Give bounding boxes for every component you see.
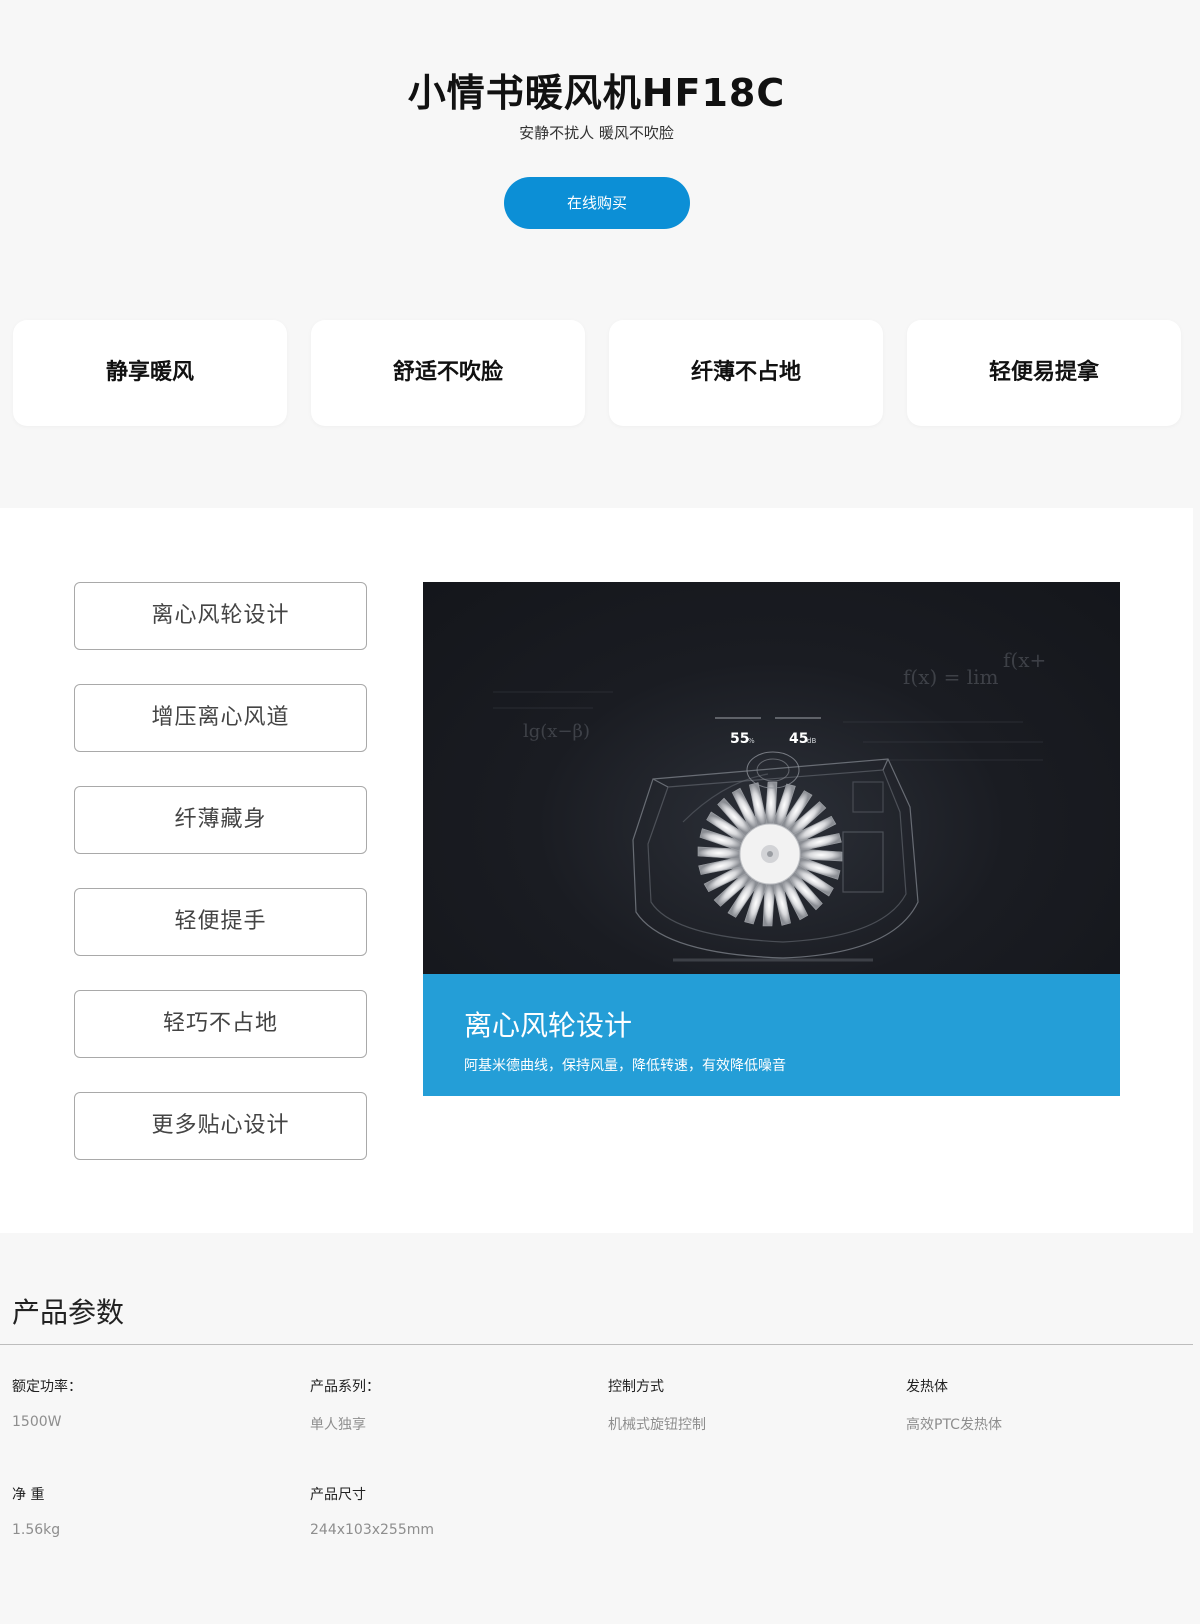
fan-illustration: f(x) = lim f(x+ lg(x−β) 55 % 45 dB bbox=[423, 582, 1120, 974]
tab-pressurized-duct[interactable]: 增压离心风道 bbox=[74, 684, 367, 752]
formula-text: f(x) = lim bbox=[903, 665, 999, 689]
param-label: 产品尺寸 bbox=[310, 1487, 366, 1503]
stat-right-unit: dB bbox=[807, 737, 816, 745]
product-subtitle: 安静不扰人 暖风不吹脸 bbox=[519, 124, 674, 142]
param-value: 1.56kg bbox=[12, 1522, 61, 1538]
param-item: 净 重 1.56kg bbox=[12, 1484, 302, 1538]
param-label: 净 重 bbox=[12, 1487, 45, 1503]
feature-card-slim[interactable]: 纤薄不占地 bbox=[609, 320, 883, 426]
feature-card-quiet[interactable]: 静享暖风 bbox=[13, 320, 287, 426]
buy-online-button[interactable]: 在线购买 bbox=[504, 177, 690, 229]
caption-description: 阿基米德曲线，保持风量，降低转速，有效降低噪音 bbox=[464, 1058, 786, 1074]
param-label: 发热体 bbox=[906, 1379, 948, 1395]
tab-compact[interactable]: 轻巧不占地 bbox=[74, 990, 367, 1058]
param-value: 244x103x255mm bbox=[310, 1522, 435, 1538]
stat-left-value: 55 bbox=[730, 731, 749, 747]
param-label: 控制方式 bbox=[608, 1379, 664, 1395]
caption-title: 离心风轮设计 bbox=[464, 1009, 633, 1042]
product-title: 小情书暖风机HF18C bbox=[407, 71, 786, 115]
stat-left-unit: % bbox=[748, 737, 755, 745]
param-value: 高效PTC发热体 bbox=[906, 1417, 1002, 1433]
param-item: 产品尺寸 244x103x255mm bbox=[310, 1484, 600, 1538]
tab-centrifugal-fan[interactable]: 离心风轮设计 bbox=[74, 582, 367, 650]
param-item: 额定功率： 1500W bbox=[12, 1376, 302, 1430]
feature-showcase: f(x) = lim f(x+ lg(x−β) 55 % 45 dB 离心风轮设… bbox=[423, 582, 1120, 1096]
param-value: 单人独享 bbox=[310, 1417, 366, 1433]
formula-text: lg(x−β) bbox=[523, 721, 590, 742]
param-value: 1500W bbox=[12, 1414, 62, 1430]
showcase-caption: 离心风轮设计 阿基米德曲线，保持风量，降低转速，有效降低噪音 bbox=[423, 974, 1120, 1096]
stat-right-value: 45 bbox=[789, 731, 808, 747]
params-heading: 产品参数 bbox=[12, 1296, 125, 1329]
tab-handle[interactable]: 轻便提手 bbox=[74, 888, 367, 956]
param-item: 控制方式 机械式旋钮控制 bbox=[608, 1376, 898, 1434]
param-item: 产品系列： 单人独享 bbox=[310, 1376, 600, 1434]
params-divider bbox=[0, 1344, 1193, 1345]
feature-cards: 静享暖风 舒适不吹脸 纤薄不占地 轻便易提拿 bbox=[13, 320, 1183, 426]
design-panel: 离心风轮设计 增压离心风道 纤薄藏身 轻便提手 轻巧不占地 更多贴心设计 f(x… bbox=[0, 508, 1193, 1233]
formula-text: f(x+ bbox=[1003, 648, 1046, 672]
param-label: 额定功率： bbox=[12, 1379, 82, 1395]
tab-more-design[interactable]: 更多贴心设计 bbox=[74, 1092, 367, 1160]
tab-slim-body[interactable]: 纤薄藏身 bbox=[74, 786, 367, 854]
centrifugal-fan-icon bbox=[697, 781, 843, 927]
feature-card-no-blow-face[interactable]: 舒适不吹脸 bbox=[311, 320, 585, 426]
param-value: 机械式旋钮控制 bbox=[608, 1417, 706, 1433]
hero-section: 小情书暖风机HF18C 安静不扰人 暖风不吹脸 在线购买 bbox=[0, 0, 1200, 300]
feature-card-portable[interactable]: 轻便易提拿 bbox=[907, 320, 1181, 426]
param-label: 产品系列： bbox=[310, 1379, 380, 1395]
stat-badges: 55 % 45 dB bbox=[715, 717, 821, 747]
param-item: 发热体 高效PTC发热体 bbox=[906, 1376, 1196, 1434]
